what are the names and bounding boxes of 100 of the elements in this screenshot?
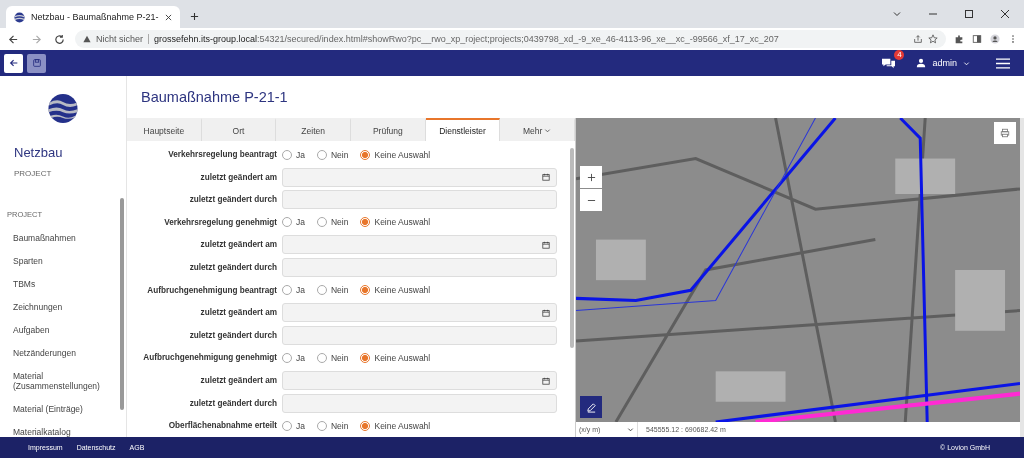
calendar-icon[interactable] xyxy=(542,173,550,182)
sidebar-item[interactable]: Sparten xyxy=(13,256,113,266)
radio-button[interactable] xyxy=(282,285,292,296)
sidebar-icon[interactable] xyxy=(972,34,982,44)
date-field[interactable] xyxy=(282,303,557,323)
printer-icon xyxy=(1000,128,1010,138)
radio-button[interactable] xyxy=(317,352,327,363)
radio-option[interactable]: Ja xyxy=(282,352,305,363)
new-tab-icon[interactable] xyxy=(189,12,199,21)
field-label: Aufbruchgenehmigung beantragt xyxy=(146,285,278,295)
radio-button[interactable] xyxy=(282,149,292,160)
share-icon[interactable] xyxy=(913,34,923,44)
sidebar-item[interactable]: TBMs xyxy=(13,279,113,289)
field-label: Oberflächenabnahme erteilt xyxy=(167,421,278,431)
field-label: zuletzt geändert am xyxy=(199,240,278,250)
back-icon[interactable] xyxy=(8,33,19,45)
caret-icon xyxy=(627,426,634,433)
browser-tab[interactable]: Netzbau - Baumaßnahme P-21- xyxy=(6,6,180,28)
print-button[interactable] xyxy=(994,122,1016,144)
option-label: Ja xyxy=(296,217,305,228)
sidebar-item[interactable]: Baumaßnahmen xyxy=(13,233,113,243)
chevron-down-icon[interactable] xyxy=(892,9,902,19)
field-label: zuletzt geändert durch xyxy=(188,195,278,205)
input-field[interactable] xyxy=(282,258,557,278)
radio-button[interactable] xyxy=(317,285,327,296)
option-label: Nein xyxy=(331,285,349,296)
plus-icon xyxy=(586,172,596,182)
option-label: Nein xyxy=(331,217,349,228)
radio-option[interactable]: Nein xyxy=(317,149,349,160)
back-button[interactable] xyxy=(4,53,23,73)
radio-option[interactable]: Keine Auswahl xyxy=(360,285,431,296)
chat-icon[interactable] xyxy=(881,56,897,70)
date-field[interactable] xyxy=(282,167,557,187)
radio-button[interactable] xyxy=(360,285,371,296)
radio-option[interactable]: Ja xyxy=(282,217,305,228)
option-label: Keine Auswahl xyxy=(374,149,431,160)
puzzle-icon[interactable] xyxy=(954,34,964,44)
radio-option[interactable]: Nein xyxy=(317,352,349,363)
warning-icon xyxy=(83,35,91,43)
sidebar-item[interactable]: Materialkatalog xyxy=(13,427,113,437)
caret-icon xyxy=(963,59,970,67)
date-field[interactable] xyxy=(282,371,557,390)
field-label: zuletzt geändert durch xyxy=(188,330,278,340)
sidebar-item[interactable]: Aufgaben xyxy=(13,325,113,335)
app-subtitle: PROJECT xyxy=(14,169,53,178)
option-label: Ja xyxy=(296,149,305,160)
input-field[interactable] xyxy=(282,393,557,413)
calendar-icon[interactable] xyxy=(542,240,550,249)
scrollbar-thumb[interactable] xyxy=(570,148,574,348)
forward-icon[interactable] xyxy=(31,33,42,45)
radio-button[interactable] xyxy=(360,217,371,228)
calendar-icon[interactable] xyxy=(542,376,550,385)
radio-button[interactable] xyxy=(317,420,327,431)
radio-button[interactable] xyxy=(317,217,327,228)
radio-option[interactable]: Ja xyxy=(282,149,305,160)
address-bar[interactable]: Nicht sicher grossefehn.its-group.local:54321/secured/index.html#showRwo?pc__rwo_xp_roject;projects;0439798_xd_-9_xe_46-4113-96_xe__xc_-99566_xf_17_xc_207 xyxy=(75,30,946,48)
sidebar-item[interactable]: Material (Zusammenstellungen) xyxy=(13,371,113,391)
url-text: grossefehn.its-group.local:54321/secured/index.html#showRwo?pc__rwo_xp_roject;projects;0439798_xd_-9_xe_46-4113-96_xe__xc_-99566_xf_17_xc_207 xyxy=(154,34,779,44)
profile-icon[interactable] xyxy=(990,34,1000,44)
user-icon xyxy=(916,58,927,68)
page-title: Baumaßnahme P-21-1 xyxy=(140,88,289,107)
radio-button[interactable] xyxy=(282,420,292,431)
scrollbar-thumb[interactable] xyxy=(120,198,124,410)
maximize-icon[interactable] xyxy=(964,9,974,19)
sidebar-item[interactable]: Zeichnungen xyxy=(13,302,113,312)
calendar-icon[interactable] xyxy=(542,308,550,317)
reload-icon[interactable] xyxy=(54,33,65,45)
draw-button[interactable] xyxy=(580,396,602,418)
field-label: Verkehrsregelung genehmigt xyxy=(163,217,278,227)
close-icon[interactable] xyxy=(164,13,172,21)
radio-option[interactable]: Nein xyxy=(317,420,349,431)
sidebar-item[interactable]: Netzänderungen xyxy=(13,348,113,358)
tab[interactable]: Dienstleister xyxy=(425,118,501,142)
date-field[interactable] xyxy=(282,235,557,255)
menu-icon[interactable] xyxy=(996,57,1010,69)
input-field[interactable] xyxy=(282,325,557,345)
close-icon[interactable] xyxy=(1000,9,1010,19)
user-menu[interactable]: admin xyxy=(916,58,970,68)
radio-button[interactable] xyxy=(360,420,371,431)
radio-option[interactable]: Nein xyxy=(317,285,349,296)
radio-option[interactable]: Nein xyxy=(317,217,349,228)
radio-option[interactable]: Keine Auswahl xyxy=(360,420,431,431)
input-field[interactable] xyxy=(282,190,557,210)
radio-button[interactable] xyxy=(282,217,292,228)
radio-button[interactable] xyxy=(360,352,371,363)
radio-option[interactable]: Keine Auswahl xyxy=(360,217,431,228)
option-label: Keine Auswahl xyxy=(374,217,431,228)
sidebar-item[interactable]: Material (Einträge) xyxy=(13,404,113,414)
radio-button[interactable] xyxy=(282,352,292,363)
radio-button[interactable] xyxy=(360,149,371,160)
radio-option[interactable]: Keine Auswahl xyxy=(360,352,431,363)
radio-button[interactable] xyxy=(317,149,327,160)
star-icon[interactable] xyxy=(928,34,938,44)
security-label: Nicht sicher xyxy=(96,34,149,44)
radio-option[interactable]: Ja xyxy=(282,285,305,296)
radio-option[interactable]: Keine Auswahl xyxy=(360,149,431,160)
radio-option[interactable]: Ja xyxy=(282,420,305,431)
option-label: Keine Auswahl xyxy=(374,352,431,363)
zoom-in-button[interactable] xyxy=(580,166,602,188)
option-label: Nein xyxy=(331,352,349,363)
